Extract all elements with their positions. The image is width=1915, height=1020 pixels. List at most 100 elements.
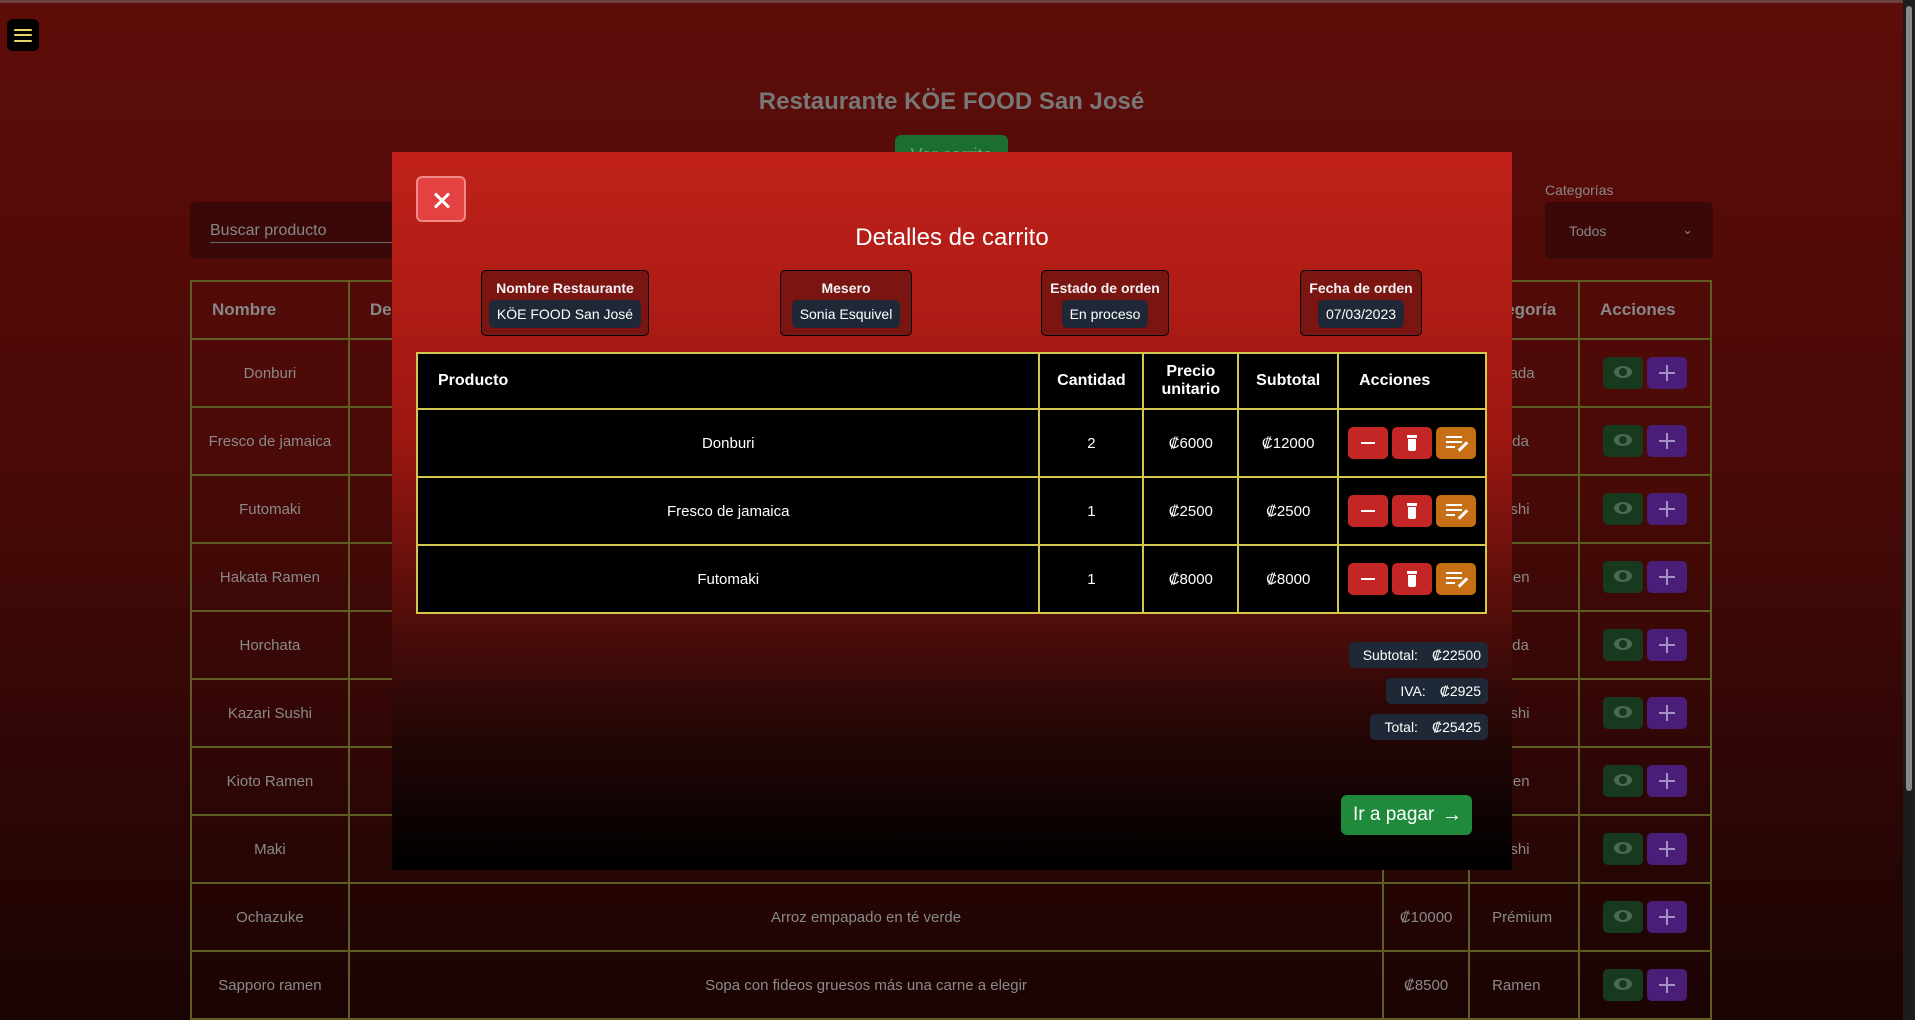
search-placeholder: Buscar producto: [210, 222, 327, 239]
product-name: Maki: [190, 814, 350, 884]
header-producto: Producto: [415, 352, 1041, 410]
product-name: Futomaki: [190, 474, 350, 544]
add-icon[interactable]: [1647, 493, 1688, 525]
product-name: Ochazuke: [190, 882, 350, 952]
add-icon[interactable]: [1647, 425, 1688, 457]
product-actions: [1578, 338, 1712, 408]
view-icon[interactable]: [1603, 969, 1644, 1001]
product-name: Sapporo ramen: [190, 950, 350, 1020]
menu-button[interactable]: [7, 19, 39, 51]
date-card: Fecha de orden 07/03/2023: [1300, 270, 1422, 336]
view-icon[interactable]: [1603, 765, 1644, 797]
add-icon[interactable]: [1647, 901, 1688, 933]
search-input[interactable]: Buscar producto: [190, 202, 420, 259]
table-row: Sapporo ramen Sopa con fideos gruesos más…: [190, 950, 1712, 1020]
product-actions: [1578, 950, 1712, 1020]
subtotal-value: ₡22500: [1431, 647, 1481, 663]
view-icon[interactable]: [1603, 697, 1644, 729]
add-icon[interactable]: [1647, 833, 1688, 865]
view-icon[interactable]: [1603, 357, 1644, 389]
cart-actions: [1337, 476, 1487, 546]
add-icon[interactable]: [1647, 765, 1688, 797]
page-title: Restaurante KÖE FOOD San José: [758, 88, 1145, 115]
add-icon[interactable]: [1647, 561, 1688, 593]
waiter-card: Mesero Sonia Esquivel: [780, 270, 912, 336]
minus-icon[interactable]: [1348, 495, 1389, 527]
cart-unit-price: ₡2500: [1142, 476, 1240, 546]
scrollbar[interactable]: [1903, 0, 1915, 1020]
chevron-down-icon: ⌄: [1682, 222, 1693, 237]
trash-icon[interactable]: [1392, 427, 1433, 459]
restaurant-value: KÖE FOOD San José: [488, 300, 642, 328]
iva-label: IVA:: [1400, 683, 1426, 699]
go-to-pay-button[interactable]: Ir a pagar →: [1341, 795, 1472, 835]
restaurant-label: Nombre Restaurante: [496, 280, 634, 296]
product-name: Hakata Ramen: [190, 542, 350, 612]
cart-unit-price: ₡8000: [1142, 544, 1240, 614]
view-icon[interactable]: [1603, 901, 1644, 933]
date-value: 07/03/2023: [1317, 300, 1405, 328]
view-icon[interactable]: [1603, 561, 1644, 593]
trash-icon[interactable]: [1392, 495, 1433, 527]
view-icon[interactable]: [1603, 629, 1644, 661]
edit-note-icon[interactable]: [1436, 427, 1477, 459]
cart-quantity: 2: [1038, 408, 1145, 478]
product-category: Prémium: [1468, 882, 1581, 952]
cart-row: Fresco de jamaica 1 ₡2500 ₡2500: [415, 476, 1487, 546]
add-icon[interactable]: [1647, 357, 1688, 389]
cart-row: Donburi 2 ₡6000 ₡12000: [415, 408, 1487, 478]
cart-product: Donburi: [415, 408, 1041, 478]
iva-summary: IVA: ₡2925: [1386, 678, 1488, 704]
add-icon[interactable]: [1647, 629, 1688, 661]
product-actions: [1578, 746, 1712, 816]
view-icon[interactable]: [1603, 425, 1644, 457]
add-icon[interactable]: [1647, 697, 1688, 729]
edit-note-icon[interactable]: [1436, 563, 1477, 595]
product-actions: [1578, 542, 1712, 612]
product-actions: [1578, 882, 1712, 952]
product-name: Kioto Ramen: [190, 746, 350, 816]
cart-unit-price: ₡6000: [1142, 408, 1240, 478]
header-subtotal: Subtotal: [1237, 352, 1340, 410]
subtotal-label: Subtotal:: [1362, 647, 1418, 663]
product-actions: [1578, 610, 1712, 680]
product-name: Donburi: [190, 338, 350, 408]
cart-subtotal: ₡2500: [1237, 476, 1340, 546]
waiter-label: Mesero: [821, 280, 871, 296]
product-price: ₡8500: [1382, 950, 1471, 1020]
product-description: Sopa con fideos gruesos más una carne a …: [347, 950, 1385, 1020]
waiter-value: Sonia Esquivel: [791, 300, 901, 328]
product-actions: [1578, 474, 1712, 544]
cart-product: Futomaki: [415, 544, 1041, 614]
category-select[interactable]: Todos ⌄: [1545, 202, 1713, 259]
close-button[interactable]: [416, 176, 466, 222]
product-actions: [1578, 678, 1712, 748]
product-description: Arroz empapado en té verde: [347, 882, 1385, 952]
product-name: Fresco de jamaica: [190, 406, 350, 476]
cart-table: Producto Cantidad Precio unitario Subtot…: [415, 352, 1487, 614]
header-acciones: Acciones: [1578, 280, 1712, 340]
header-cantidad: Cantidad: [1038, 352, 1145, 410]
view-icon[interactable]: [1603, 493, 1644, 525]
minus-icon[interactable]: [1348, 427, 1389, 459]
status-label: Estado de orden: [1050, 280, 1160, 296]
restaurant-card: Nombre Restaurante KÖE FOOD San José: [481, 270, 649, 336]
status-card: Estado de orden En proceso: [1041, 270, 1169, 336]
browser-top-edge: [0, 0, 1915, 3]
date-label: Fecha de orden: [1309, 280, 1413, 296]
total-value: ₡25425: [1431, 719, 1481, 735]
trash-icon[interactable]: [1392, 563, 1433, 595]
search-underline: [210, 242, 420, 243]
cart-row: Futomaki 1 ₡8000 ₡8000: [415, 544, 1487, 614]
cart-quantity: 1: [1038, 476, 1145, 546]
edit-note-icon[interactable]: [1436, 495, 1477, 527]
view-icon[interactable]: [1603, 833, 1644, 865]
product-category: Ramen: [1468, 950, 1581, 1020]
add-icon[interactable]: [1647, 969, 1688, 1001]
minus-icon[interactable]: [1348, 563, 1389, 595]
header-acciones: Acciones: [1337, 352, 1487, 410]
product-name: Kazari Sushi: [190, 678, 350, 748]
subtotal-summary: Subtotal: ₡22500: [1348, 642, 1488, 668]
scrollbar-thumb[interactable]: [1906, 6, 1912, 791]
cart-product: Fresco de jamaica: [415, 476, 1041, 546]
